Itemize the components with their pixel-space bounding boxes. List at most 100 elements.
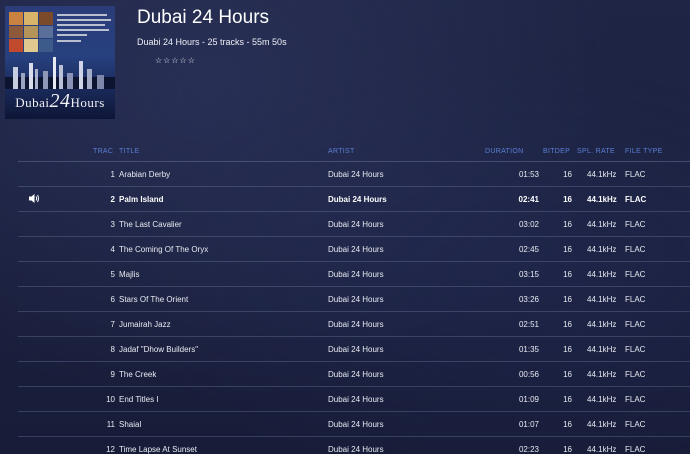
track-artist: Dubai 24 Hours	[328, 395, 384, 404]
track-row[interactable]: 7 Jumairah Jazz Dubai 24 Hours 02:51 16 44.1k…	[18, 312, 690, 337]
column-header-bitdepth[interactable]: BITDEP	[543, 148, 570, 155]
track-title: The Last Cavalier	[119, 220, 182, 229]
track-row[interactable]: 2 Palm Island Dubai 24 Hours 02:41 16 44.1kHz…	[18, 187, 690, 212]
track-duration: 02:51	[518, 320, 539, 329]
track-bitdepth: 16	[563, 270, 572, 279]
track-samplerate: 44.1kHz	[587, 345, 617, 354]
album-cover-blurb	[57, 14, 111, 45]
track-artist: Dubai 24 Hours	[328, 220, 384, 229]
album-cover-skyline	[5, 57, 115, 89]
track-number: 9	[110, 370, 115, 379]
track-title: Palm Island	[119, 195, 164, 204]
track-filetype: FLAC	[625, 420, 646, 429]
track-duration: 02:45	[518, 245, 539, 254]
track-samplerate: 44.1kHz	[587, 295, 617, 304]
track-bitdepth: 16	[563, 420, 572, 429]
column-header-duration[interactable]: DURATION	[485, 148, 523, 155]
column-header-track[interactable]: TRAC	[93, 148, 113, 155]
track-bitdepth: 16	[563, 220, 572, 229]
track-title: Majlis	[119, 270, 140, 279]
track-duration: 02:23	[518, 445, 539, 454]
track-row[interactable]: 9 The Creek Dubai 24 Hours 00:56 16 44.1kHz FL…	[18, 362, 690, 387]
track-duration: 02:41	[518, 195, 539, 204]
album-cover[interactable]: Dubai24Hours	[5, 6, 115, 119]
track-row[interactable]: 4 The Coming Of The Oryx Dubai 24 Hours 02:…	[18, 237, 690, 262]
track-row[interactable]: 10 End Titles I Dubai 24 Hours 01:09 16 44.1k…	[18, 387, 690, 412]
track-number: 1	[110, 170, 115, 179]
track-bitdepth: 16	[563, 195, 572, 204]
track-duration: 03:02	[518, 220, 539, 229]
track-samplerate: 44.1kHz	[587, 170, 617, 179]
track-samplerate: 44.1kHz	[587, 395, 617, 404]
track-duration: 03:15	[518, 270, 539, 279]
track-artist: Dubai 24 Hours	[328, 195, 387, 204]
track-row[interactable]: 8 Jadaf "Dhow Builders" Dubai 24 Hours 01:3…	[18, 337, 690, 362]
track-artist: Dubai 24 Hours	[328, 345, 384, 354]
track-title: The Creek	[119, 370, 157, 379]
track-filetype: FLAC	[625, 270, 646, 279]
track-row[interactable]: 1 Arabian Derby Dubai 24 Hours 01:53 16 44.1k…	[18, 162, 690, 187]
track-title: Time Lapse At Sunset	[119, 445, 197, 454]
track-row[interactable]: 6 Stars Of The Orient Dubai 24 Hours 03:26 1…	[18, 287, 690, 312]
track-samplerate: 44.1kHz	[587, 370, 617, 379]
track-duration: 01:07	[518, 420, 539, 429]
column-header-title[interactable]: TITLE	[119, 148, 140, 155]
album-title: Dubai 24 Hours	[137, 7, 270, 28]
track-artist: Dubai 24 Hours	[328, 420, 384, 429]
track-artist: Dubai 24 Hours	[328, 170, 384, 179]
track-samplerate: 44.1kHz	[587, 270, 617, 279]
track-bitdepth: 16	[563, 295, 572, 304]
track-filetype: FLAC	[625, 320, 646, 329]
track-samplerate: 44.1kHz	[587, 245, 617, 254]
track-filetype: FLAC	[625, 195, 647, 204]
track-filetype: FLAC	[625, 345, 646, 354]
track-filetype: FLAC	[625, 445, 646, 454]
album-subtitle: Duabi 24 Hours - 25 tracks - 55m 50s	[137, 37, 287, 47]
track-duration: 01:53	[518, 170, 539, 179]
track-filetype: FLAC	[625, 220, 646, 229]
track-title: Arabian Derby	[119, 170, 171, 179]
track-number: 4	[110, 245, 115, 254]
track-artist: Dubai 24 Hours	[328, 370, 384, 379]
track-filetype: FLAC	[625, 370, 646, 379]
track-bitdepth: 16	[563, 320, 572, 329]
track-row[interactable]: 11 Shaial Dubai 24 Hours 01:07 16 44.1kHz FLAC	[18, 412, 690, 437]
track-filetype: FLAC	[625, 245, 646, 254]
track-title: Stars Of The Orient	[119, 295, 189, 304]
track-row[interactable]: 12 Time Lapse At Sunset Dubai 24 Hours 02:2…	[18, 437, 690, 454]
track-number: 12	[106, 445, 115, 454]
track-bitdepth: 16	[563, 445, 572, 454]
track-duration: 01:09	[518, 395, 539, 404]
track-bitdepth: 16	[563, 170, 572, 179]
column-header-filetype[interactable]: FILE TYPE	[625, 148, 663, 155]
track-artist: Dubai 24 Hours	[328, 445, 384, 454]
track-title: The Coming Of The Oryx	[119, 245, 209, 254]
track-artist: Dubai 24 Hours	[328, 295, 384, 304]
track-samplerate: 44.1kHz	[587, 420, 617, 429]
column-header-samplerate[interactable]: SPL. RATE	[577, 148, 615, 155]
track-row[interactable]: 3 The Last Cavalier Dubai 24 Hours 03:02 16 4…	[18, 212, 690, 237]
track-artist: Dubai 24 Hours	[328, 320, 384, 329]
column-header-artist[interactable]: ARTIST	[328, 148, 355, 155]
track-title: Shaial	[119, 420, 142, 429]
track-number: 2	[110, 195, 115, 204]
rating-stars[interactable]: ☆☆☆☆☆	[155, 56, 196, 65]
track-title: Jadaf "Dhow Builders"	[119, 345, 199, 354]
track-title: End Titles I	[119, 395, 159, 404]
track-filetype: FLAC	[625, 170, 646, 179]
track-artist: Dubai 24 Hours	[328, 245, 384, 254]
track-duration: 01:35	[518, 345, 539, 354]
track-number: 3	[110, 220, 115, 229]
track-table-header: TRAC TITLE ARTIST DURATION BITDEP SPL. R…	[18, 143, 690, 162]
track-number: 6	[110, 295, 115, 304]
album-cover-title: Dubai24Hours	[15, 90, 105, 112]
speaker-icon	[29, 194, 39, 203]
track-number: 5	[110, 270, 115, 279]
track-row[interactable]: 5 Majlis Dubai 24 Hours 03:15 16 44.1kHz FLAC	[18, 262, 690, 287]
track-artist: Dubai 24 Hours	[328, 270, 384, 279]
track-samplerate: 44.1kHz	[587, 445, 617, 454]
track-number: 7	[110, 320, 115, 329]
track-bitdepth: 16	[563, 370, 572, 379]
track-duration: 03:26	[518, 295, 539, 304]
track-table: TRAC TITLE ARTIST DURATION BITDEP SPL. R…	[18, 143, 690, 454]
